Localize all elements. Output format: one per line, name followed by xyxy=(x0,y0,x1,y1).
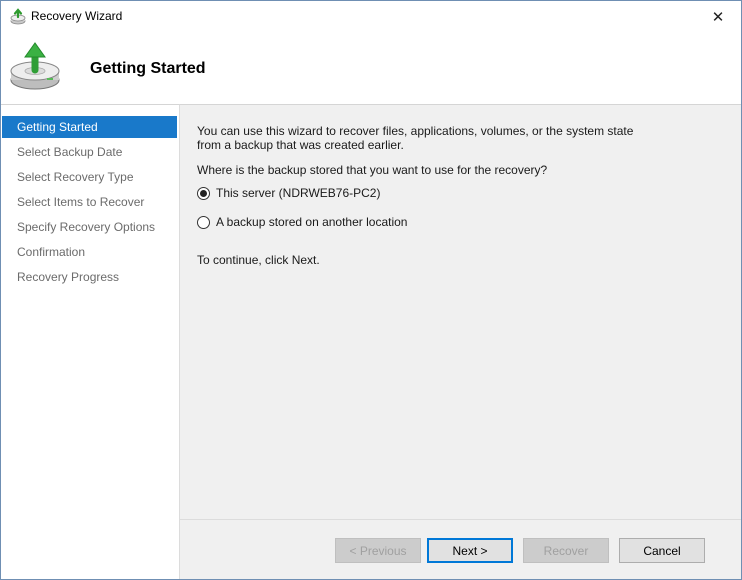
window-title: Recovery Wizard xyxy=(31,9,123,23)
option-this-server[interactable]: This server (NDRWEB76-PC2) xyxy=(197,185,380,201)
step-specify-recovery-options: Specify Recovery Options xyxy=(17,220,156,234)
option-another-location[interactable]: A backup stored on another location xyxy=(197,214,407,230)
step-getting-started[interactable]: Getting Started xyxy=(2,116,177,138)
backup-recovery-icon xyxy=(10,8,26,25)
step-select-recovery-type: Select Recovery Type xyxy=(17,170,134,184)
option-another-location-label: A backup stored on another location xyxy=(216,215,408,229)
wizard-footer: < Previous Next > Recover Cancel xyxy=(179,519,741,579)
wizard-content: You can use this wizard to recover files… xyxy=(179,104,741,519)
next-button[interactable]: Next > xyxy=(427,538,513,563)
step-recovery-progress: Recovery Progress xyxy=(17,270,120,284)
step-select-items-to-recover: Select Items to Recover xyxy=(17,195,145,209)
previous-button[interactable]: < Previous xyxy=(335,538,421,563)
title-bar: Recovery Wizard ✕ xyxy=(1,1,741,32)
continue-instruction: To continue, click Next. xyxy=(197,253,320,267)
step-select-backup-date: Select Backup Date xyxy=(17,145,123,159)
cancel-button[interactable]: Cancel xyxy=(619,538,705,563)
option-this-server-label: This server (NDRWEB76-PC2) xyxy=(216,186,381,200)
intro-text-line2: from a backup that was created earlier. xyxy=(197,138,404,152)
recover-button[interactable]: Recover xyxy=(523,538,609,563)
radio-this-server[interactable] xyxy=(197,186,210,200)
backup-location-question: Where is the backup stored that you want… xyxy=(197,163,548,177)
radio-selected-dot xyxy=(200,189,207,197)
radio-another-location[interactable] xyxy=(197,215,210,229)
wizard-header: Getting Started xyxy=(1,32,741,104)
intro-text-line1: You can use this wizard to recover files… xyxy=(197,124,634,138)
recovery-wizard-window: Recovery Wizard ✕ Getting Started Gettin… xyxy=(0,0,742,580)
wizard-steps-sidebar: Getting Started Select Backup Date Selec… xyxy=(1,104,179,579)
step-confirmation: Confirmation xyxy=(17,245,86,259)
page-title: Getting Started xyxy=(90,60,206,77)
close-button[interactable]: ✕ xyxy=(695,1,741,32)
disk-recovery-arrow-icon xyxy=(10,42,60,90)
close-icon: ✕ xyxy=(711,8,725,26)
